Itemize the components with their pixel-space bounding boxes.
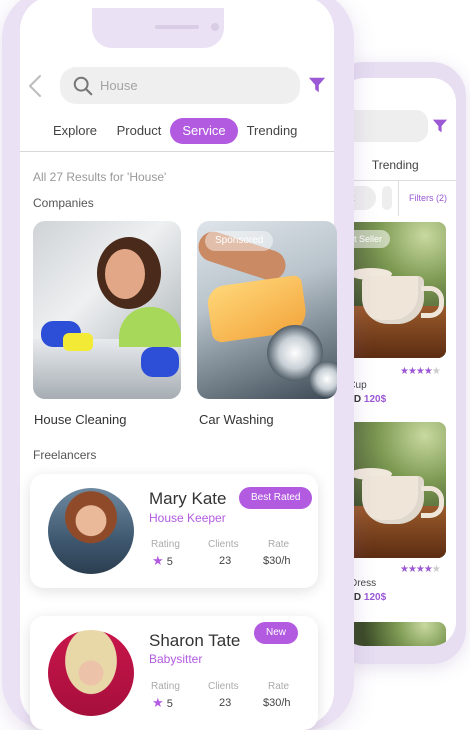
clients-label: Clients [208,539,239,550]
freelancer-card-mary-kate[interactable]: Mary Kate House Keeper Best Rated Rating… [30,474,318,588]
tab-service[interactable]: Service [170,118,238,144]
back-product-rating-1: ★★★★★ [400,366,441,377]
rate-value: $30/h [263,555,291,567]
rating-value: ★ 5 [152,695,173,710]
search-icon [73,76,93,96]
back-chip-2[interactable] [382,186,392,210]
back-product-rating-2: ★★★★★ [400,564,441,575]
tab-product[interactable]: Product [112,118,166,144]
clients-label: Clients [208,681,239,692]
avatar [48,630,134,716]
filters-button[interactable]: Filters (2) [398,180,456,216]
company-name-house-cleaning: House Cleaning [34,412,127,427]
company-name-car-washing: Car Washing [199,412,274,427]
tab-explore[interactable]: Explore [48,118,102,144]
company-card-house-cleaning[interactable] [33,221,181,399]
rating-value: ★ 5 [152,553,173,568]
filter-icon[interactable] [432,118,448,134]
category-tabs: Explore Product Service Trending [20,118,334,146]
clients-value: 23 [219,555,232,567]
freelancer-name: Mary Kate [149,489,227,508]
back-arrow-icon[interactable] [26,74,46,98]
back-tabs: ce Trending [340,158,435,172]
search-bar[interactable]: House [60,67,300,104]
back-phone-screen: ce Trending ent Filters (2) t Seller ★★★… [340,78,456,646]
freelancer-name: Sharon Tate [149,631,241,650]
rate-value: $30/h [263,697,291,709]
results-count: All 27 Results for 'House' [33,170,167,184]
speaker-grille [155,25,199,29]
star-icon: ★ [152,553,164,568]
best-rated-badge: Best Rated [239,487,313,509]
back-product-image-2[interactable] [340,422,446,558]
clients-value: 23 [219,697,232,709]
avatar [48,488,134,574]
tab-trending[interactable]: Trending [244,118,300,144]
rating-label: Rating [151,681,180,692]
sponsored-badge: Sponsored [205,231,274,251]
search-input[interactable]: House [100,78,138,93]
back-product-image-3[interactable] [340,622,446,646]
back-tab-trending[interactable]: Trending [372,158,419,172]
rate-label: Rate [268,681,290,692]
camera-dot [211,23,219,31]
freelancer-role: Babysitter [149,652,203,666]
section-title-companies: Companies [33,196,94,210]
rate-label: Rate [268,539,290,550]
freelancer-card-sharon-tate[interactable]: Sharon Tate Babysitter New Rating ★ 5 Cl… [30,616,318,730]
back-product-image-1[interactable]: t Seller [340,222,446,358]
rating-label: Rating [151,539,180,550]
tabs-divider [20,151,334,152]
freelancer-role: House Keeper [149,511,226,525]
new-badge: New [254,622,299,644]
section-title-freelancers: Freelancers [33,448,97,462]
filter-icon[interactable] [308,76,326,94]
star-icon: ★ [152,695,164,710]
